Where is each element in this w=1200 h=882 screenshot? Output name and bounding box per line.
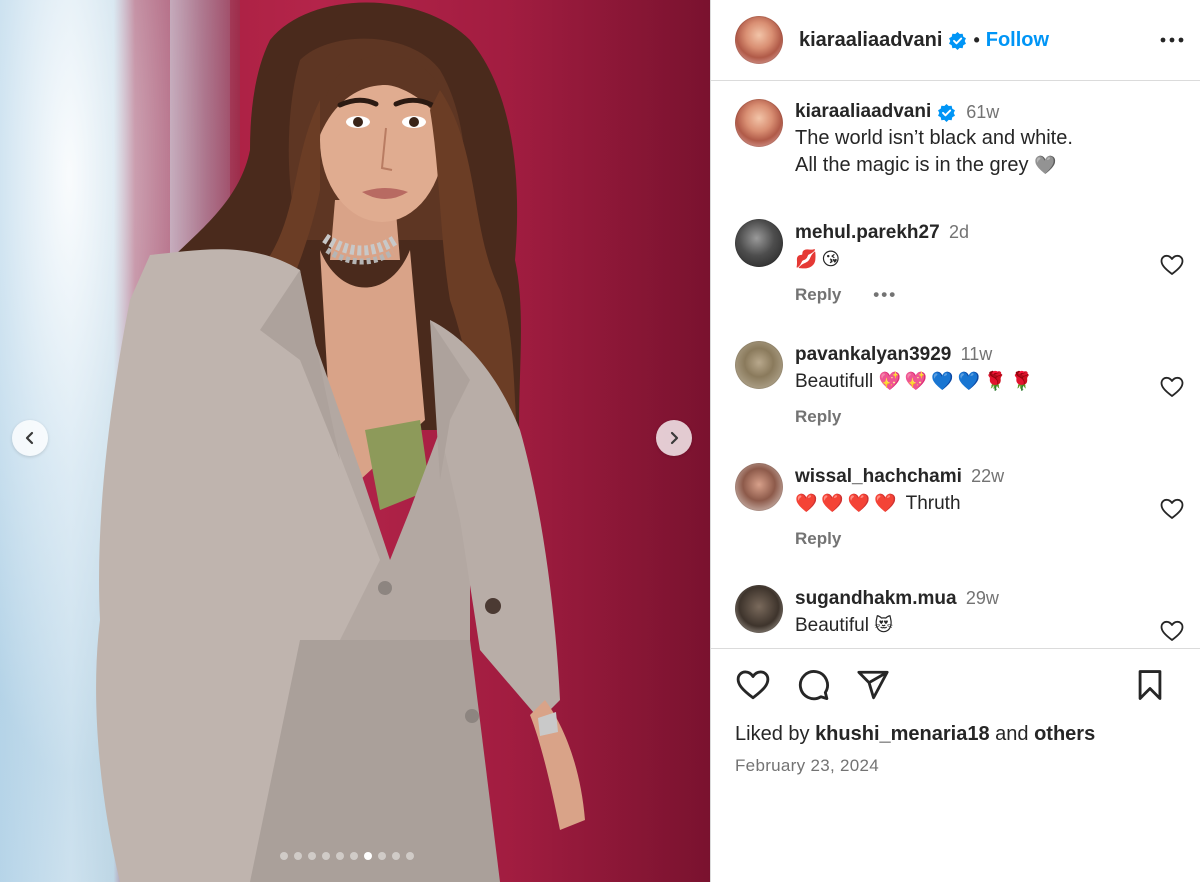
liked-by-middle: and xyxy=(989,723,1035,745)
caption-username[interactable]: kiaraaliaadvani xyxy=(795,99,931,125)
carousel-dot xyxy=(364,852,372,860)
post-options-button[interactable] xyxy=(1158,26,1186,54)
commenter-avatar[interactable] xyxy=(735,341,783,389)
carousel-dot xyxy=(392,852,400,860)
comment-text: Beautifull 💖💖💙💙🌹🌹 xyxy=(795,368,1184,395)
carousel-next-button[interactable] xyxy=(656,420,692,456)
comment-actions: Reply ••• xyxy=(795,285,1184,305)
comments-section[interactable]: kiaraaliaadvani 61w The world isn’t blac… xyxy=(711,81,1200,648)
carousel-dot xyxy=(322,852,330,860)
chevron-right-icon xyxy=(670,431,679,445)
carousel-dot xyxy=(406,852,414,860)
caption-avatar[interactable] xyxy=(735,99,783,147)
comment-emojis: 😻 xyxy=(874,615,897,636)
comment-timestamp[interactable]: 22w xyxy=(971,466,1004,486)
commenter-username[interactable]: mehul.parekh27 xyxy=(795,222,940,243)
carousel-dot xyxy=(308,852,316,860)
commenter-username[interactable]: pavankalyan3929 xyxy=(795,344,951,365)
caption-timestamp[interactable]: 61w xyxy=(966,99,999,125)
send-icon xyxy=(857,670,889,700)
comment-icon xyxy=(798,670,829,701)
save-button[interactable] xyxy=(1132,667,1168,703)
comment-text: Beautiful 😻 xyxy=(795,612,1184,639)
commenter-avatar[interactable] xyxy=(735,463,783,511)
heart-icon[interactable] xyxy=(1160,375,1184,399)
commenter-username[interactable]: sugandhakm.mua xyxy=(795,588,957,609)
header-separator: • xyxy=(973,29,980,50)
comment-text-body: Beautiful xyxy=(795,615,875,636)
comment-item: mehul.parekh27 2d 💋😘 Reply ••• xyxy=(735,219,1184,305)
commenter-username[interactable]: wissal_hachchami xyxy=(795,466,962,487)
post-action-bar xyxy=(735,665,1176,705)
reply-button[interactable]: Reply xyxy=(795,285,841,305)
carousel-dot xyxy=(350,852,358,860)
comment-timestamp[interactable]: 2d xyxy=(949,222,969,242)
comment-button[interactable] xyxy=(795,667,831,703)
comment-item: pavankalyan3929 11w Beautifull 💖💖💙💙🌹🌹 Re… xyxy=(735,341,1184,427)
comment-actions: Reply xyxy=(795,407,1184,427)
heart-icon xyxy=(736,670,770,700)
verified-badge-icon xyxy=(938,103,956,122)
liked-by-user[interactable]: khushi_menaria18 xyxy=(815,723,990,745)
heart-icon[interactable] xyxy=(1160,253,1184,277)
post-media[interactable] xyxy=(0,0,710,882)
bookmark-icon xyxy=(1138,670,1162,700)
more-horizontal-icon xyxy=(1160,37,1184,43)
carousel-dot xyxy=(280,852,288,860)
carousel-dot xyxy=(336,852,344,860)
comment-text-body: Beautifull xyxy=(795,371,879,392)
share-button[interactable] xyxy=(855,667,891,703)
commenter-avatar[interactable] xyxy=(735,219,783,267)
chevron-left-icon xyxy=(25,431,34,445)
carousel-indicator xyxy=(280,852,414,860)
comment-options-button[interactable]: ••• xyxy=(873,285,897,305)
caption-line-2-text: All the magic is in the grey xyxy=(795,154,1029,176)
post-header: kiaraaliaadvani • Follow xyxy=(711,0,1200,81)
comment-emojis: 💋😘 xyxy=(795,249,845,270)
grey-heart-emoji: 🩶 xyxy=(1034,155,1061,176)
post-side-panel: kiaraaliaadvani • Follow kiaraaliaadvani xyxy=(710,0,1200,882)
carousel-dot xyxy=(378,852,386,860)
follow-button[interactable]: Follow xyxy=(986,29,1049,52)
heart-icon[interactable] xyxy=(1160,619,1184,643)
post-date[interactable]: February 23, 2024 xyxy=(735,756,1176,776)
reply-button[interactable]: Reply xyxy=(795,529,841,549)
comment-text: ❤️❤️❤️❤️ Thruth xyxy=(795,490,1184,517)
post-photo-subject xyxy=(96,2,585,882)
comment-actions: Reply xyxy=(795,529,1184,549)
author-username[interactable]: kiaraaliaadvani xyxy=(799,29,942,52)
comment-item: sugandhakm.mua 29w Beautiful 😻 xyxy=(735,585,1184,641)
carousel-dot xyxy=(294,852,302,860)
comment-emojis: ❤️❤️❤️❤️ xyxy=(795,493,901,514)
liked-by-prefix: Liked by xyxy=(735,723,816,745)
author-avatar[interactable] xyxy=(735,16,783,64)
verified-badge-icon xyxy=(949,31,967,50)
comment-text-body: Thruth xyxy=(900,493,961,514)
instagram-post-view: kiaraaliaadvani • Follow kiaraaliaadvani xyxy=(0,0,1200,882)
post-footer: Liked by khushi_menaria18 and others Feb… xyxy=(711,648,1200,882)
comment-emojis: 💖💖💙💙🌹🌹 xyxy=(878,371,1037,392)
caption-line-1: The world isn’t black and white. xyxy=(795,127,1073,149)
comment-timestamp[interactable]: 29w xyxy=(966,588,999,608)
comment-item: wissal_hachchami 22w ❤️❤️❤️❤️ Thruth Rep… xyxy=(735,463,1184,549)
heart-icon[interactable] xyxy=(1160,497,1184,521)
comment-timestamp[interactable]: 11w xyxy=(961,344,993,364)
commenter-avatar[interactable] xyxy=(735,585,783,633)
caption-line-2: All the magic is in the grey 🩶 xyxy=(795,152,1184,179)
author-info: kiaraaliaadvani • Follow xyxy=(799,29,1049,52)
likes-summary: Liked by khushi_menaria18 and others xyxy=(735,723,1176,746)
post-caption: kiaraaliaadvani 61w The world isn’t blac… xyxy=(735,99,1184,179)
comment-text: 💋😘 xyxy=(795,246,1184,273)
reply-button[interactable]: Reply xyxy=(795,407,841,427)
like-button[interactable] xyxy=(735,667,771,703)
carousel-prev-button[interactable] xyxy=(12,420,48,456)
liked-by-others[interactable]: others xyxy=(1034,723,1095,745)
